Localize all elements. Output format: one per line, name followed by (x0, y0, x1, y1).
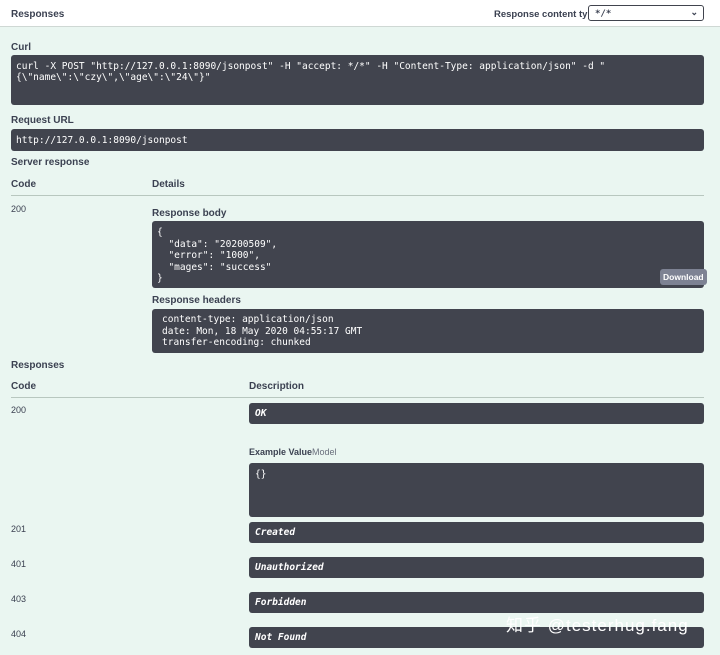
response-description-box[interactable]: Unauthorized (249, 557, 704, 578)
response-body-line: } (157, 273, 163, 284)
response-body-line: "error": "1000", (157, 250, 260, 261)
response-description: Created (255, 527, 296, 538)
response-code: 200 (11, 405, 27, 415)
content-type-label: Response content type (494, 9, 599, 20)
response-header-line: transfer-encoding: chunked (162, 337, 311, 348)
divider (11, 195, 704, 196)
response-header-line: content-type: application/json (162, 314, 334, 325)
request-url-box[interactable]: http://127.0.0.1:8090/jsonpost (11, 129, 704, 151)
server-response-code: 200 (11, 204, 27, 214)
curl-label: Curl (11, 42, 31, 53)
model-tab[interactable]: Model (312, 447, 337, 457)
response-description: OK (255, 408, 267, 419)
response-description: Forbidden (255, 597, 307, 608)
response-body-line: "mages": "success" (157, 261, 272, 273)
response-body-line: { (157, 227, 163, 238)
example-value-box[interactable]: {} (249, 463, 704, 517)
response-headers-label: Response headers (152, 295, 241, 306)
watermark: 知乎 @testerhug.fang (506, 616, 689, 635)
content-type-select[interactable]: */* ⌄ (588, 5, 704, 21)
divider (11, 397, 704, 398)
server-response-details-header: Details (152, 179, 185, 190)
example-value-body: {} (255, 469, 267, 480)
response-code: 403 (11, 594, 27, 604)
response-description-box[interactable]: OK (249, 403, 704, 424)
request-url-label: Request URL (11, 115, 74, 126)
response-description-box[interactable]: Created (249, 522, 704, 543)
response-code: 404 (11, 629, 27, 639)
response-header-line: date: Mon, 18 May 2020 04:55:17 GMT (162, 325, 363, 337)
responses-code-header: Code (11, 381, 36, 392)
content-type-value: */* (595, 9, 612, 19)
response-body-line: "data": "20200509", (157, 238, 278, 250)
curl-line-1: curl -X POST "http://127.0.0.1:8090/json… (16, 61, 606, 72)
response-body-box[interactable]: { "data": "20200509", "error": "1000", "… (152, 221, 707, 288)
chevron-down-icon: ⌄ (690, 7, 698, 17)
response-headers-box[interactable]: content-type: application/json date: Mon… (152, 309, 704, 353)
download-button[interactable]: Download (660, 269, 707, 285)
response-description: Unauthorized (255, 562, 324, 573)
curl-command-box[interactable]: curl -X POST "http://127.0.0.1:8090/json… (11, 55, 704, 105)
response-description: Not Found (255, 632, 307, 643)
responses-label: Responses (11, 360, 65, 371)
response-code: 401 (11, 559, 27, 569)
example-value-tab[interactable]: Example Value (249, 447, 312, 457)
example-value-tabs: Example ValueModel (249, 447, 337, 457)
response-description-box[interactable]: Forbidden (249, 592, 704, 613)
response-body-label: Response body (152, 208, 227, 219)
curl-line-2: {\"name\":\"czy\",\"age\":\"24\"}" (16, 72, 211, 83)
server-response-label: Server response (11, 157, 90, 168)
responses-description-header: Description (249, 381, 305, 392)
responses-header-title: Responses (11, 9, 65, 20)
server-response-code-header: Code (11, 179, 36, 190)
request-url-value: http://127.0.0.1:8090/jsonpost (16, 135, 188, 146)
response-code: 201 (11, 524, 27, 534)
